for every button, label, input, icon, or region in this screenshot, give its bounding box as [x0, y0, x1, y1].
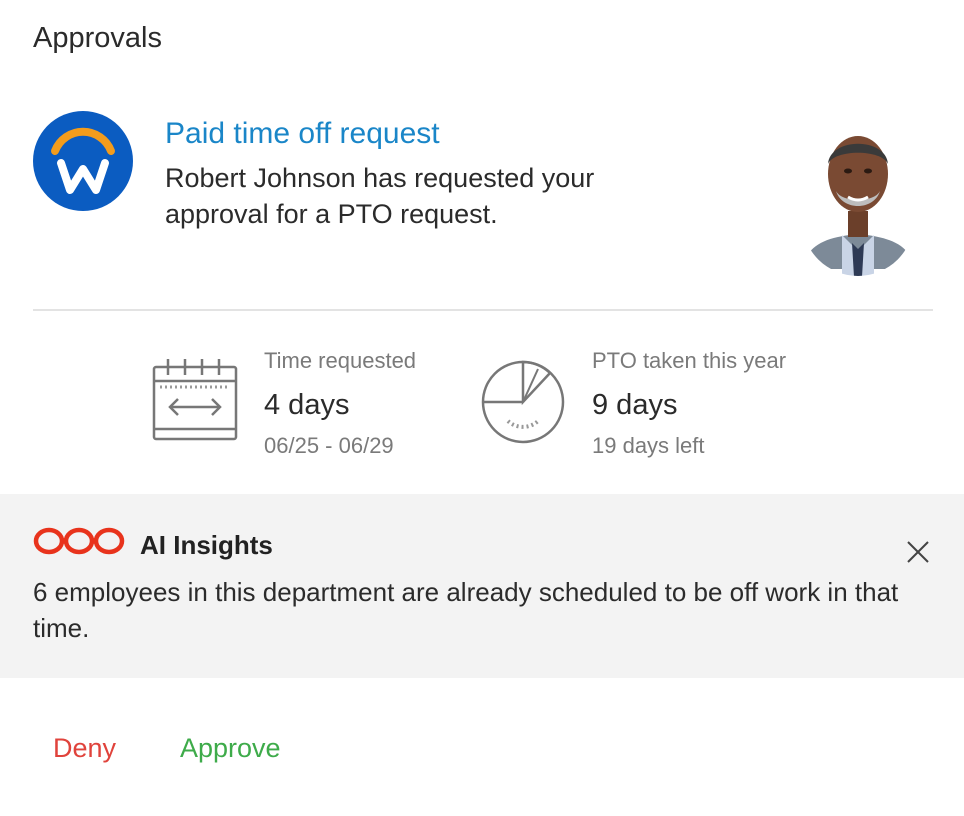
pto-taken-label: PTO taken this year	[592, 348, 787, 373]
calendar-range-icon	[152, 355, 238, 446]
ai-insights-title: AI Insights	[140, 530, 273, 560]
time-requested-dates: 06/25 - 06/29	[264, 433, 394, 458]
pto-days-left: 19 days left	[592, 433, 705, 458]
section-divider	[33, 309, 933, 311]
approve-button[interactable]: Approve	[180, 733, 281, 764]
time-requested-value: 4 days	[264, 389, 350, 421]
pie-chart-icon	[480, 355, 570, 450]
workday-logo-icon	[33, 111, 133, 211]
ai-insights-message: 6 employees in this department are alrea…	[33, 577, 899, 643]
request-description: Robert Johnson has requested your approv…	[165, 163, 595, 229]
time-requested-stat: Time requested 4 days 06/25 - 06/29	[152, 345, 452, 458]
page-title: Approvals	[33, 22, 162, 54]
deny-button[interactable]: Deny	[53, 733, 116, 764]
close-icon[interactable]	[900, 534, 936, 570]
request-title-link[interactable]: Paid time off request	[165, 117, 440, 151]
infinity-loops-icon	[33, 526, 125, 561]
requester-avatar	[802, 119, 915, 277]
ai-insights-panel: AI Insights 6 employees in this departme…	[0, 494, 964, 678]
time-requested-label: Time requested	[264, 348, 417, 373]
pto-taken-stat: PTO taken this year 9 days 19 days left	[480, 345, 840, 458]
pto-taken-value: 9 days	[592, 389, 678, 421]
